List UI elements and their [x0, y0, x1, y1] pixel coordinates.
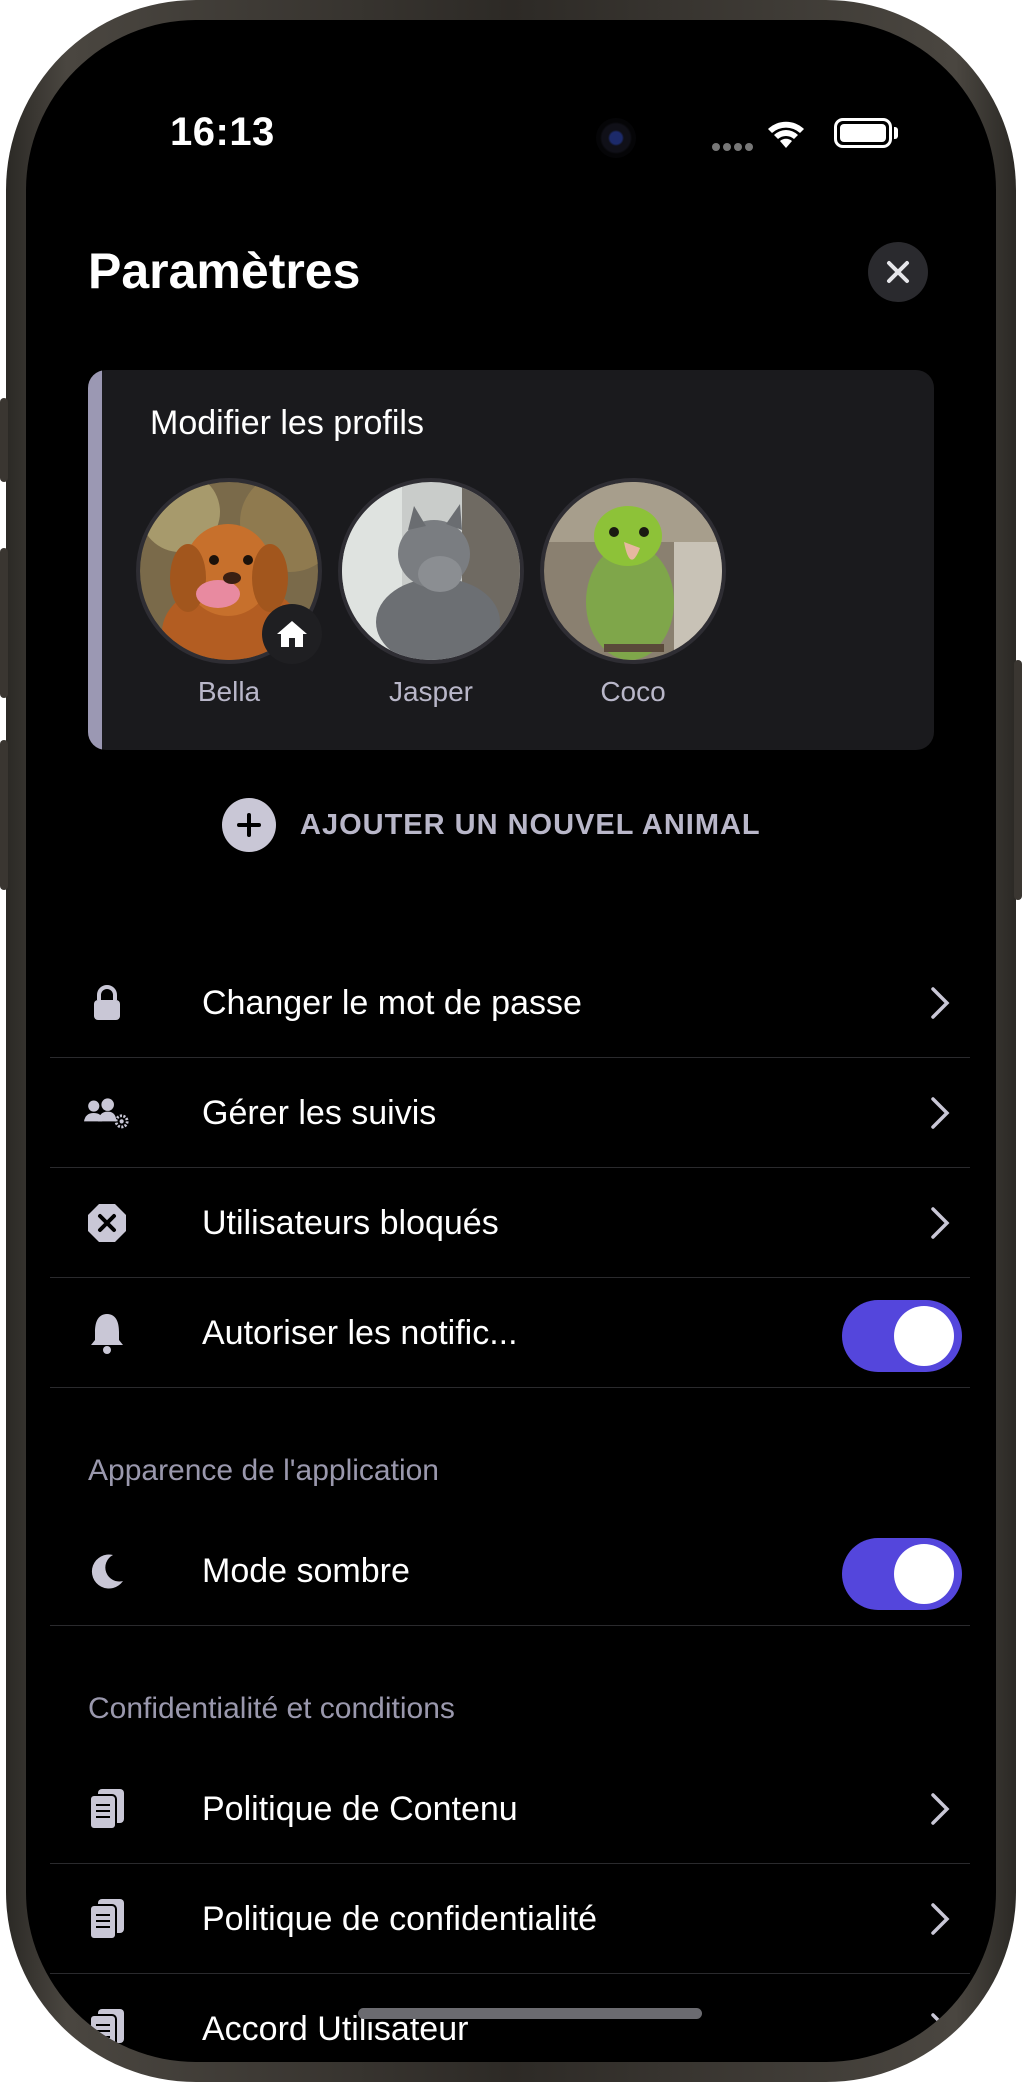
- row-label: Politique de confidentialité: [202, 1900, 598, 1938]
- avatar: [540, 478, 726, 664]
- toggle-knob: [894, 1544, 954, 1604]
- side-button-power: [1014, 660, 1022, 900]
- pet-profile-coco[interactable]: Coco: [540, 478, 726, 708]
- row-privacy-policy[interactable]: Politique de confidentialité: [50, 1864, 970, 1974]
- cat-photo: [342, 482, 520, 660]
- row-label: Utilisateurs bloqués: [202, 1204, 499, 1242]
- pet-profile-jasper[interactable]: Jasper: [338, 478, 524, 708]
- toggle-knob: [894, 1306, 954, 1366]
- screen: 16:13 Paramètres Modifier les profils Be…: [26, 20, 996, 2062]
- chevron-right-icon: [931, 1097, 950, 1129]
- row-manage-follows[interactable]: Gérer les suivis: [50, 1058, 970, 1168]
- profiles-title: Modifier les profils: [150, 404, 424, 442]
- blocked-icon: [84, 1200, 130, 1246]
- chevron-right-icon: [931, 1903, 950, 1935]
- document-icon: [84, 2006, 130, 2052]
- moon-icon: [84, 1548, 130, 1594]
- signal-icon: [712, 138, 756, 156]
- row-label: Autoriser les notific...: [202, 1314, 518, 1352]
- home-icon: [277, 621, 307, 647]
- side-button-action: [0, 398, 8, 482]
- row-content-policy[interactable]: Politique de Contenu: [50, 1754, 970, 1864]
- side-button-volume-up: [0, 548, 8, 698]
- camera-icon: [596, 118, 636, 158]
- chevron-right-icon: [931, 987, 950, 1019]
- chevron-right-icon: [931, 1793, 950, 1825]
- pet-name: Bella: [197, 676, 261, 707]
- row-label: Mode sombre: [202, 1552, 410, 1590]
- row-dark-mode: Mode sombre: [50, 1516, 970, 1626]
- wifi-icon: [768, 121, 804, 148]
- dark-mode-toggle[interactable]: [842, 1538, 962, 1610]
- bell-icon: [84, 1310, 130, 1356]
- battery-icon: [834, 118, 892, 148]
- pet-name: Coco: [600, 676, 666, 707]
- card-accent-bar: [88, 370, 102, 750]
- add-pet-button[interactable]: AJOUTER UN NOUVEL ANIMAL: [222, 798, 761, 852]
- section-appearance: Apparence de l'application: [88, 1454, 439, 1487]
- document-icon: [84, 1786, 130, 1832]
- parrot-photo: [544, 482, 722, 660]
- pet-profile-bella[interactable]: Bella: [136, 478, 322, 708]
- battery-tip: [894, 127, 898, 139]
- chevron-right-icon: [931, 2013, 950, 2045]
- close-button[interactable]: [868, 242, 928, 302]
- row-label: Gérer les suivis: [202, 1094, 437, 1132]
- close-icon: [887, 261, 909, 283]
- chevron-right-icon: [931, 1207, 950, 1239]
- row-blocked-users[interactable]: Utilisateurs bloqués: [50, 1168, 970, 1278]
- avatar: [338, 478, 524, 664]
- side-button-volume-down: [0, 740, 8, 890]
- status-time: 16:13: [170, 110, 275, 154]
- lock-icon: [84, 980, 130, 1026]
- profiles-card: Modifier les profils Bella Jasper Coco: [88, 370, 934, 750]
- row-label: Politique de Contenu: [202, 1790, 518, 1828]
- row-change-password[interactable]: Changer le mot de passe: [50, 948, 970, 1058]
- document-icon: [84, 1896, 130, 1942]
- row-notifications: Autoriser les notific...: [50, 1278, 970, 1388]
- notifications-toggle[interactable]: [842, 1300, 962, 1372]
- row-label: Changer le mot de passe: [202, 984, 582, 1022]
- add-pet-label: AJOUTER UN NOUVEL ANIMAL: [300, 808, 761, 841]
- plus-circle-icon: [222, 798, 276, 852]
- users-gear-icon: [84, 1090, 130, 1136]
- section-privacy: Confidentialité et conditions: [88, 1692, 455, 1725]
- home-indicator[interactable]: [358, 2008, 702, 2019]
- home-badge: [262, 604, 322, 664]
- page-title: Paramètres: [88, 243, 361, 299]
- pet-name: Jasper: [388, 676, 474, 707]
